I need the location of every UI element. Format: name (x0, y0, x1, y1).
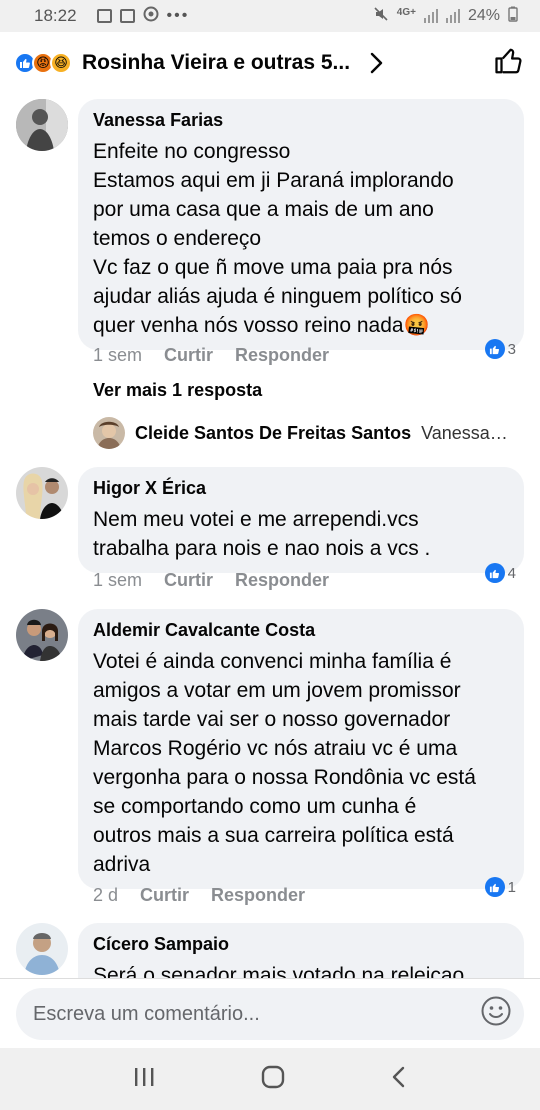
image-icon (119, 9, 135, 23)
like-badge-icon (484, 339, 505, 359)
comment-line: adriva (93, 853, 151, 876)
comment-text: Enfeite no congresso Estamos aqui em ji … (93, 137, 510, 340)
avatar (93, 417, 125, 449)
back-icon[interactable] (390, 1065, 408, 1094)
status-time: 18:22 (34, 6, 77, 25)
like-button[interactable]: Curtir (140, 885, 189, 906)
comment-line: Será o senador mais votado na releicao (93, 964, 465, 978)
comment-text: Será o senador mais votado na releicao (93, 961, 510, 978)
reaction-count-value: 4 (507, 564, 516, 582)
like-button[interactable]: Curtir (164, 345, 213, 366)
comment-bubble[interactable]: Cícero Sampaio Será o senador mais votad… (78, 923, 524, 978)
reply-button[interactable]: Responder (211, 885, 305, 906)
comment-line: se comportando como um cunha é (93, 795, 417, 818)
avatar[interactable] (16, 99, 68, 151)
comments-list[interactable]: Vanessa Farias Enfeite no congresso Esta… (0, 94, 540, 978)
like-badge-icon (484, 877, 505, 897)
gallery-icon (96, 9, 112, 23)
home-icon[interactable] (260, 1064, 286, 1095)
comment-time[interactable]: 1 sem (93, 570, 142, 591)
reaction-icons[interactable]: 😡 😆 (14, 52, 72, 74)
reaction-count[interactable]: 3 (484, 339, 516, 359)
reply-author: Cleide Santos De Freitas Santos (135, 422, 412, 443)
comment-input[interactable]: Escreva um comentário... (16, 988, 524, 1040)
reply-button[interactable]: Responder (235, 570, 329, 591)
reply-button[interactable]: Responder (235, 345, 329, 366)
comment-line: vergonha para o nossa Rondônia vc está (93, 766, 476, 789)
comment-line: Vc faz o que ñ move uma paia pra nós (93, 256, 453, 279)
mute-icon (373, 6, 389, 26)
comment-line: quer venha nós vosso reino nada🤬 (93, 314, 430, 337)
comment-line: trabalha para nois e nao nois a vcs . (93, 537, 431, 560)
reply-preview[interactable]: Cleide Santos De Freitas Santos Vanessa… (93, 417, 508, 449)
reactors-title[interactable]: Rosinha Vieira e outras 5... (82, 51, 350, 75)
reaction-count[interactable]: 1 (484, 877, 516, 897)
like-button[interactable]: Curtir (164, 570, 213, 591)
more-dots-icon: ••• (166, 7, 190, 24)
avatar[interactable] (16, 609, 68, 661)
comment-line: mais tarde vai ser o nosso governador (93, 708, 451, 731)
reaction-count[interactable]: 4 (484, 563, 516, 583)
comment-line: por uma casa que a mais de um ano (93, 198, 434, 221)
network-type: 4G+ (396, 6, 416, 18)
like-badge-icon (484, 563, 505, 583)
comment-line: Enfeite no congresso (93, 140, 291, 163)
comment-line: amigos a votar em um jovem promissor (93, 679, 461, 702)
view-more-replies-link[interactable]: Ver mais 1 resposta (93, 380, 262, 401)
commenter-name[interactable]: Cícero Sampaio (93, 931, 510, 957)
status-bar: 18:22 ••• 4G+ 24% (0, 0, 540, 32)
comment-line: Votei é ainda convenci minha família é (93, 650, 452, 673)
system-nav-bar (0, 1048, 540, 1110)
chevron-right-icon[interactable] (370, 52, 384, 74)
reaction-count-value: 1 (507, 878, 516, 896)
signal-icon-2 (445, 9, 460, 23)
battery-icon (508, 6, 518, 26)
comment-line: Marcos Rogério vc nós atraiu vc é uma (93, 737, 458, 760)
comment-actions: 2 d Curtir Responder (93, 885, 305, 906)
chrome-icon (143, 6, 159, 27)
comment-line: temos o endereço (93, 227, 262, 250)
comment-line: Estamos aqui em ji Paraná implorando (93, 169, 454, 192)
comment-bubble[interactable]: Aldemir Cavalcante Costa Votei é ainda c… (78, 609, 524, 889)
commenter-name[interactable]: Higor X Érica (93, 475, 510, 501)
comment-line: Nem meu votei e me arrependi.vcs (93, 508, 419, 531)
comment-text: Nem meu votei e me arrependi.vcs trabalh… (93, 505, 510, 563)
commenter-name[interactable]: Vanessa Farias (93, 107, 510, 133)
emoji-icon[interactable] (480, 995, 512, 1033)
comment-actions: 1 sem Curtir Responder (93, 345, 329, 366)
comment-line: ajudar aliás ajuda é ninguem político só (93, 285, 462, 308)
reply-snippet: Vanessa… (421, 422, 508, 443)
battery-level: 24% (467, 7, 500, 24)
comment-bubble[interactable]: Vanessa Farias Enfeite no congresso Esta… (78, 99, 524, 350)
comment-text: Votei é ainda convenci minha família é a… (93, 647, 510, 879)
comment-actions: 1 sem Curtir Responder (93, 570, 329, 591)
comment-composer: Escreva um comentário... (0, 978, 540, 1048)
recent-apps-icon[interactable] (132, 1066, 156, 1093)
comment-time[interactable]: 2 d (93, 885, 118, 906)
commenter-name[interactable]: Aldemir Cavalcante Costa (93, 617, 510, 643)
reactions-header: 😡 😆 Rosinha Vieira e outras 5... (0, 32, 540, 94)
avatar[interactable] (16, 923, 68, 975)
avatar[interactable] (16, 467, 68, 519)
comment-time[interactable]: 1 sem (93, 345, 142, 366)
haha-reaction-icon: 😆 (50, 52, 72, 74)
comment-input-placeholder: Escreva um comentário... (33, 1002, 260, 1025)
comment-bubble[interactable]: Higor X Érica Nem meu votei e me arrepen… (78, 467, 524, 573)
comment-line: outros mais a sua carreira política está (93, 824, 454, 847)
like-post-button[interactable] (494, 46, 524, 81)
signal-icon (423, 9, 438, 23)
reaction-count-value: 3 (507, 340, 516, 358)
